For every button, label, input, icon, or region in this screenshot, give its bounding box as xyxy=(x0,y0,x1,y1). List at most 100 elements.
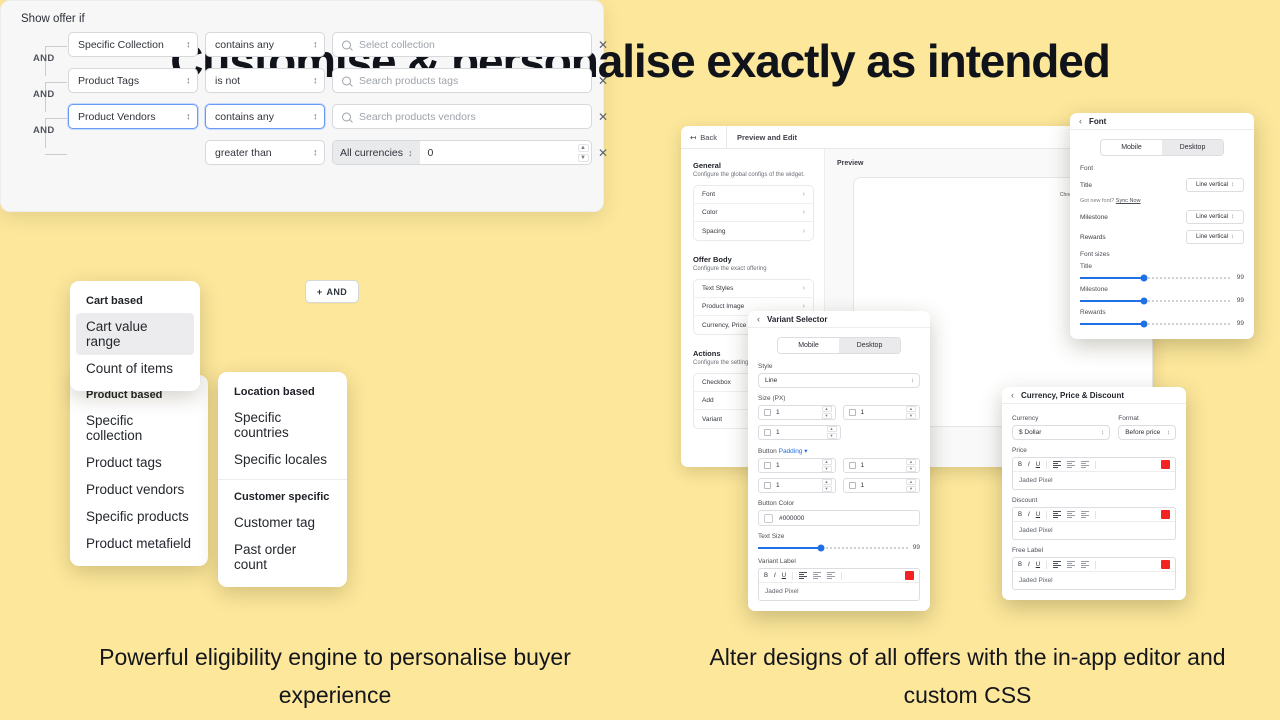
text-color-swatch[interactable] xyxy=(1161,510,1170,519)
numeric-input[interactable]: 0 xyxy=(420,141,575,164)
underline-button[interactable]: U xyxy=(1036,562,1040,568)
free-label-text[interactable]: Jaded Pixel xyxy=(1013,572,1175,589)
padding-bottom-input[interactable]: 1 ▲ ▼ xyxy=(842,478,920,493)
stepper[interactable]: ▲ ▼ xyxy=(826,426,837,439)
italic-button[interactable]: I xyxy=(1028,512,1030,518)
remove-condition-button[interactable]: ✕ xyxy=(592,110,614,124)
text-color-swatch[interactable] xyxy=(1161,560,1170,569)
back-button[interactable]: ↤ Back xyxy=(681,126,726,148)
condition-subject-select[interactable]: Product Tags xyxy=(68,68,198,93)
chevron-left-icon[interactable]: ‹ xyxy=(1011,390,1014,400)
stepper[interactable]: ▲ ▼ xyxy=(821,459,832,472)
italic-button[interactable]: I xyxy=(1028,462,1030,468)
padding-top-input[interactable]: 1 ▲ ▼ xyxy=(758,478,836,493)
text-color-swatch[interactable] xyxy=(905,571,914,580)
size-slider-milestone[interactable]: 99 xyxy=(1080,297,1244,304)
padding-right-input[interactable]: 1 ▲ ▼ xyxy=(842,458,920,473)
button-color-input[interactable]: #000000 xyxy=(758,510,920,526)
menu-item-customer-tag[interactable]: Customer tag xyxy=(218,509,347,536)
underline-button[interactable]: U xyxy=(1036,462,1040,468)
tab-mobile[interactable]: Mobile xyxy=(778,338,839,353)
bold-button[interactable]: B xyxy=(1018,512,1022,518)
tab-mobile[interactable]: Mobile xyxy=(1101,140,1162,155)
text-size-slider[interactable]: 99 xyxy=(758,544,920,551)
condition-subject-select[interactable]: Specific Collection xyxy=(68,32,198,57)
tab-desktop[interactable]: Desktop xyxy=(839,338,900,353)
bold-button[interactable]: B xyxy=(1018,562,1022,568)
align-left-icon[interactable] xyxy=(1053,560,1062,569)
align-left-icon[interactable] xyxy=(1053,460,1062,469)
sidebar-item-text-styles[interactable]: Text Styles › xyxy=(694,280,813,298)
chevron-left-icon[interactable]: ‹ xyxy=(757,314,760,324)
font-family-select[interactable]: Line vertical ↕ xyxy=(1186,178,1244,192)
size-radius-input[interactable]: 1 ▲ ▼ xyxy=(758,425,841,440)
padding-left-input[interactable]: 1 ▲ ▼ xyxy=(758,458,836,473)
menu-item-product-vendors[interactable]: Product vendors xyxy=(70,476,208,503)
condition-value-input[interactable]: Select collection xyxy=(332,32,592,57)
condition-value-input[interactable]: Search products vendors xyxy=(332,104,592,129)
menu-item-cart-value-range[interactable]: Cart value range xyxy=(76,313,194,355)
underline-button[interactable]: U xyxy=(782,573,786,579)
align-left-icon[interactable] xyxy=(799,571,808,580)
size-width-input[interactable]: 1 ▲ ▼ xyxy=(758,405,836,420)
underline-button[interactable]: U xyxy=(1036,512,1040,518)
stepper[interactable]: ▲ ▼ xyxy=(906,479,916,492)
menu-item-product-tags[interactable]: Product tags xyxy=(70,449,208,476)
remove-condition-button[interactable]: ✕ xyxy=(592,146,614,160)
currency-select[interactable]: $ Dollar xyxy=(1012,425,1111,440)
align-right-icon[interactable] xyxy=(1081,460,1090,469)
sidebar-item-font[interactable]: Font › xyxy=(694,186,813,204)
condition-operator-select[interactable]: contains any xyxy=(205,104,325,129)
align-center-icon[interactable] xyxy=(1067,510,1076,519)
sidebar-item-color[interactable]: Color › xyxy=(694,204,813,222)
chevron-left-icon[interactable]: ‹ xyxy=(1079,116,1082,126)
menu-item-past-order-count[interactable]: Past order count xyxy=(218,536,347,578)
sidebar-item-spacing[interactable]: Spacing › xyxy=(694,222,813,240)
stepper[interactable]: ▲ ▼ xyxy=(906,406,916,419)
font-family-select[interactable]: Line vertical ↕ xyxy=(1186,230,1244,244)
add-and-condition-button[interactable]: + AND xyxy=(305,280,359,303)
condition-operator-select[interactable]: contains any xyxy=(205,32,325,57)
size-height-input[interactable]: 1 ▲ ▼ xyxy=(842,405,920,420)
align-right-icon[interactable] xyxy=(827,571,836,580)
menu-item-product-metafield[interactable]: Product metafield xyxy=(70,530,208,557)
tab-desktop[interactable]: Desktop xyxy=(1162,140,1223,155)
condition-subject-select[interactable]: Product Vendors xyxy=(68,104,198,129)
align-center-icon[interactable] xyxy=(1067,460,1076,469)
style-select[interactable]: Line xyxy=(758,373,920,388)
bold-button[interactable]: B xyxy=(764,573,768,579)
condition-value-input[interactable]: Search products tags xyxy=(332,68,592,93)
padding-mode-select[interactable]: Padding ▾ xyxy=(779,448,808,455)
align-center-icon[interactable] xyxy=(813,571,822,580)
italic-button[interactable]: I xyxy=(774,573,776,579)
numeric-stepper[interactable]: ▲ ▼ xyxy=(575,141,591,164)
stepper[interactable]: ▲ ▼ xyxy=(821,479,832,492)
currency-select[interactable]: All currencies xyxy=(333,141,420,164)
align-right-icon[interactable] xyxy=(1081,560,1090,569)
italic-button[interactable]: I xyxy=(1028,562,1030,568)
condition-operator-select[interactable]: is not xyxy=(205,68,325,93)
remove-condition-button[interactable]: ✕ xyxy=(592,74,614,88)
color-swatch[interactable] xyxy=(764,513,773,523)
align-right-icon[interactable] xyxy=(1081,510,1090,519)
size-slider-title[interactable]: 99 xyxy=(1080,274,1244,281)
numeric-operator-select[interactable]: greater than xyxy=(205,140,325,165)
align-center-icon[interactable] xyxy=(1067,560,1076,569)
menu-item-specific-locales[interactable]: Specific locales xyxy=(218,446,347,473)
align-left-icon[interactable] xyxy=(1053,510,1062,519)
discount-text[interactable]: Jaded Pixel xyxy=(1013,522,1175,539)
text-color-swatch[interactable] xyxy=(1161,460,1170,469)
remove-condition-button[interactable]: ✕ xyxy=(592,38,614,52)
menu-item-count-of-items[interactable]: Count of items xyxy=(70,355,200,382)
variant-label-text[interactable]: Jaded Pixel xyxy=(759,583,919,600)
font-family-select[interactable]: Line vertical ↕ xyxy=(1186,210,1244,224)
menu-item-specific-countries[interactable]: Specific countries xyxy=(218,404,347,446)
menu-item-specific-collection[interactable]: Specific collection xyxy=(70,407,208,449)
stepper[interactable]: ▲ ▼ xyxy=(821,406,832,419)
format-select[interactable]: Before price xyxy=(1118,425,1176,440)
sync-now-link[interactable]: Sync Now xyxy=(1116,198,1141,204)
stepper[interactable]: ▲ ▼ xyxy=(906,459,916,472)
price-text[interactable]: Jaded Pixel xyxy=(1013,472,1175,489)
menu-item-specific-products[interactable]: Specific products xyxy=(70,503,208,530)
bold-button[interactable]: B xyxy=(1018,462,1022,468)
